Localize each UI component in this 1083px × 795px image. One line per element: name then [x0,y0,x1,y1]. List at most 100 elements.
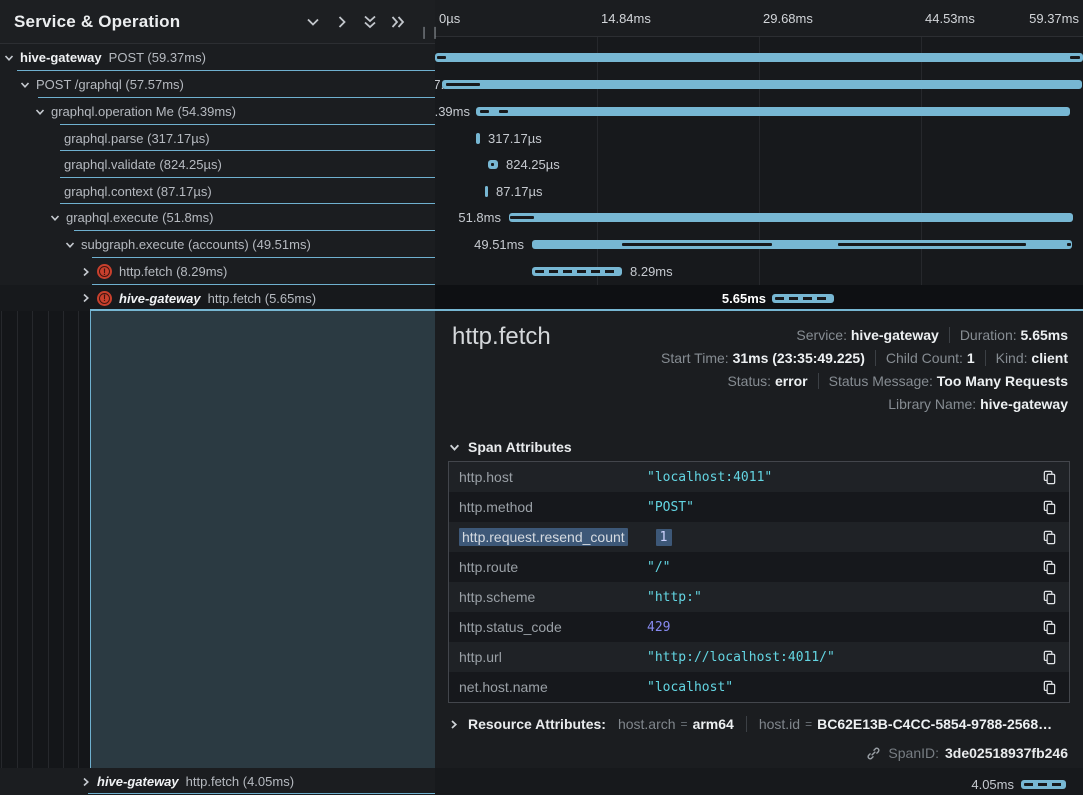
selected-span-underline [90,309,1083,311]
attribute-row[interactable]: net.host.name "localhost" [449,672,1069,702]
chevron-right-icon[interactable] [81,267,91,277]
span-bar-row[interactable]: 54.39ms [435,98,1083,125]
link-icon[interactable] [866,746,881,761]
attribute-row[interactable]: http.method "POST" [449,492,1069,522]
copy-icon[interactable] [1042,680,1057,695]
span-bar-row[interactable]: 8.29ms [435,258,1083,285]
span-bar-row[interactable]: 51.8ms [435,204,1083,231]
tree-row[interactable]: hive-gateway http.fetch (4.05ms) [0,768,435,795]
resource-value: BC62E13B-C4CC-5854-9788-2568… [817,716,1052,732]
expand-one-icon[interactable] [334,14,350,35]
panel-title: Service & Operation [0,12,180,32]
attribute-value: "http://localhost:4011/" [647,650,1042,665]
meta-label: Status Message: [829,373,933,389]
meta-value: 1 [967,350,975,366]
attribute-value: "/" [647,560,1042,575]
meta-label: Status: [727,373,771,389]
meta-value: error [775,373,808,389]
span-bar-row[interactable]: 317.17µs [435,125,1083,152]
span-id-value: 3de02518937fb246 [945,745,1068,761]
span-bar-row[interactable]: 87.17µs [435,178,1083,205]
tree-row[interactable]: graphql.execute (51.8ms) [0,204,435,231]
attribute-row[interactable]: http.url "http://localhost:4011/" [449,642,1069,672]
tree-row[interactable]: graphql.validate (824.25µs) [0,151,435,178]
meta-label: Service: [796,327,847,343]
attribute-row[interactable]: http.scheme "http:" [449,582,1069,612]
span-bar [476,107,1070,116]
span-attributes-toggle[interactable]: Span Attributes [449,439,572,455]
copy-icon[interactable] [1042,500,1057,515]
span-bar-row-selected[interactable]: 5.65ms [435,285,1083,312]
attribute-row-selected[interactable]: http.request.resend_count 1 [449,522,1069,552]
tick-label: 44.53ms [925,11,975,26]
tree-row[interactable]: hive-gateway POST (59.37ms) [0,44,435,71]
attribute-value: "POST" [647,500,1042,515]
span-name: http.fetch (5.65ms) [208,291,316,306]
service-name: hive-gateway [20,50,102,65]
chevron-down-icon[interactable] [35,107,45,117]
span-id-label: SpanID: [888,745,939,761]
chevron-down-icon[interactable] [4,53,14,63]
attribute-row[interactable]: http.status_code 429 [449,612,1069,642]
tree-row[interactable]: graphql.operation Me (54.39ms) [0,98,435,125]
span-title: http.fetch [452,323,551,351]
chevron-down-icon[interactable] [50,213,60,223]
span-name: subgraph.execute (accounts) (49.51ms) [81,237,311,252]
tree-row-selected[interactable]: hive-gateway http.fetch (5.65ms) [0,285,435,311]
copy-icon[interactable] [1042,530,1057,545]
bar-label: 317.17µs [488,131,542,146]
bar-label: 87.17µs [496,184,543,199]
resource-attributes-toggle[interactable]: Resource Attributes: host.arch = arm64 h… [449,716,1052,732]
bar-label: 5.65ms [722,291,766,306]
panel-resize-handle[interactable]: ❘❘ [419,25,441,39]
tree-row[interactable]: graphql.parse (317.17µs) [0,125,435,152]
span-bar-row[interactable]: 57.57ms [435,71,1083,98]
attribute-key: http.url [449,649,647,665]
attributes-table: http.host "localhost:4011" http.method "… [448,461,1070,703]
span-bar [509,213,1073,222]
chevron-right-icon[interactable] [81,293,91,303]
error-icon [97,291,112,306]
attribute-value: "http:" [647,590,1042,605]
chevron-down-icon[interactable] [65,240,75,250]
trace-viewer: 0µs 14.84ms 29.68ms 44.53ms 59.37ms 57.5… [0,0,1083,795]
attribute-row[interactable]: http.route "/" [449,552,1069,582]
chevron-right-icon[interactable] [81,777,91,787]
collapse-all-icon[interactable] [362,14,378,35]
chevron-down-icon[interactable] [20,80,30,90]
tree-row[interactable]: graphql.context (87.17µs) [0,178,435,205]
span-name: graphql.context (87.17µs) [64,184,212,199]
attribute-key: http.host [449,469,647,485]
copy-icon[interactable] [1042,560,1057,575]
span-name: http.fetch (8.29ms) [119,264,227,279]
bottom-span-row[interactable]: 4.05ms [435,768,1083,795]
copy-icon[interactable] [1042,590,1057,605]
equals-sign: = [805,717,812,731]
span-bar-row[interactable]: 49.51ms [435,231,1083,258]
span-name: graphql.execute (51.8ms) [66,210,213,225]
selected-span-expanded-area [90,311,435,768]
tree-row[interactable]: subgraph.execute (accounts) (49.51ms) [0,231,435,258]
resource-attributes-title: Resource Attributes: [468,716,606,732]
expand-all-icon[interactable] [390,14,406,35]
span-bar [532,240,1072,249]
meta-label: Child Count: [886,350,963,366]
divider [746,716,747,732]
span-bar-row[interactable]: 824.25µs [435,151,1083,178]
resource-key: host.arch [618,716,676,732]
bar-label: 8.29ms [630,264,673,279]
copy-icon[interactable] [1042,650,1057,665]
meta-label: Library Name: [888,396,976,412]
copy-icon[interactable] [1042,470,1057,485]
tree-row[interactable]: POST /graphql (57.57ms) [0,71,435,98]
span-bar-row[interactable] [435,44,1083,71]
copy-icon[interactable] [1042,620,1057,635]
collapse-one-icon[interactable] [305,14,321,35]
tree-row[interactable]: http.fetch (8.29ms) [0,258,435,285]
service-name: hive-gateway [119,291,201,306]
span-detail-panel: http.fetch Service: hive-gatewayDuration… [435,311,1083,768]
attribute-value: "localhost:4011" [647,470,1042,485]
span-bar [485,186,488,197]
tick-label: 59.37ms [1029,11,1079,26]
attribute-row[interactable]: http.host "localhost:4011" [449,462,1069,492]
